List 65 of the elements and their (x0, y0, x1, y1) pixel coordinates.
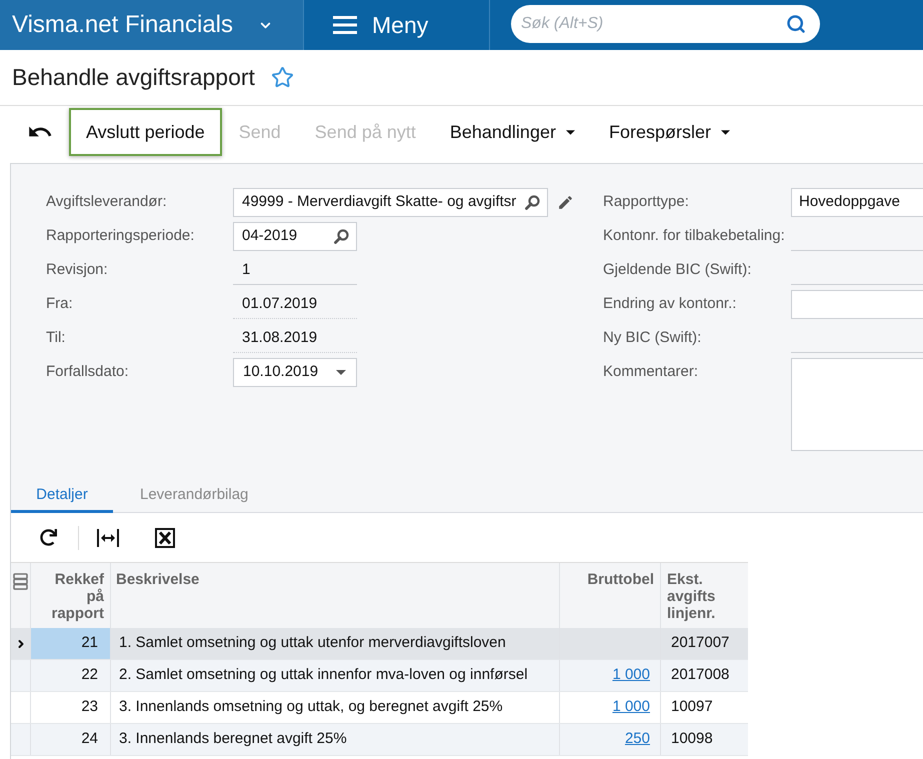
table-cell: 3. Innenlands omsetning og uttak, og beregnet avgift 25% (111, 692, 560, 723)
field-label: Kontonr. for tilbakebetaling: (603, 226, 785, 246)
search-icon[interactable] (786, 14, 806, 34)
arrows-between-bars-icon (97, 528, 119, 546)
input-field[interactable] (791, 290, 923, 319)
field-label: Rapporteringsperiode: (46, 226, 196, 246)
page-title: Behandle avgiftsrapport (12, 63, 255, 92)
star-icon[interactable] (270, 66, 294, 89)
readonly-field: 1 (233, 256, 357, 285)
table-cell: 21 (31, 628, 111, 659)
search-field[interactable]: Søk (Alt+S) (511, 5, 820, 43)
table-row[interactable]: 22 2. Samlet omsetning og uttak innenfor mva-loven og innførsel 1 000 2017008 (11, 660, 748, 692)
toolbar-button[interactable]: Avslutt periode (69, 108, 222, 156)
table-cell: 3. Innenlands beregnet avgift 25% (111, 724, 560, 755)
table-cell: 1. Samlet omsetning og uttak utenfor merverdiavgiftsloven (111, 628, 560, 659)
column-header[interactable]: Ekst. avgifts linjenr. (667, 571, 729, 622)
select-field[interactable]: Hovedoppgave (791, 188, 923, 217)
table-row[interactable]: 24 3. Innenlands beregnet avgift 25% 250 10098 (11, 724, 748, 756)
caret-down-icon (336, 370, 346, 375)
table-cell-text: 10097 (670, 697, 714, 718)
amount-link[interactable]: 1 000 (612, 664, 650, 687)
table-row[interactable]: 21 1. Samlet omsetning og uttak utenfor merverdiavgiftsloven 2017007 (11, 628, 748, 660)
tab[interactable]: Leverandørbilag (113, 480, 276, 513)
column-header[interactable]: Beskrivelse (116, 571, 200, 588)
caret-down-icon (720, 130, 730, 134)
search-icon[interactable] (334, 229, 349, 244)
search-icon[interactable] (525, 195, 540, 210)
pencil-icon[interactable] (557, 194, 574, 211)
menu-icon (333, 16, 357, 34)
field-label: Forfallsdato: (46, 362, 130, 382)
toolbar-button[interactable]: Forespørsler (592, 108, 747, 156)
caret-down-icon (566, 130, 575, 134)
lookup-field[interactable]: 04-2019 (233, 222, 357, 251)
field-label: Revisjon: (46, 260, 109, 280)
toolbar-button[interactable]: Behandlinger (432, 108, 592, 156)
app-switcher-button[interactable]: Visma.net Financials (0, 0, 304, 50)
amount-link[interactable]: 1 000 (612, 696, 650, 719)
table-cell: 24 (31, 724, 111, 755)
field-label: Ny BIC (Swift): (603, 328, 702, 348)
readonly-field: 31.08.2019 (233, 324, 357, 353)
table-cell-text: 2017007 (670, 633, 730, 654)
stacked-rows-icon[interactable] (13, 573, 28, 590)
amount-link[interactable]: 250 (624, 728, 650, 751)
lookup-field[interactable]: 49999 - Merverdiavgift Skatte- og avgiftsr (233, 188, 548, 217)
table-row[interactable]: 23 3. Innenlands omsetning og uttak, og beregnet avgift 25% 1 000 10097 (11, 692, 748, 724)
boxed-x-icon (155, 528, 175, 548)
refresh-icon (40, 529, 56, 546)
field-label: Endring av kontonr.: (603, 294, 736, 314)
table-cell: 23 (31, 692, 111, 723)
field-label: Rapporttype: (603, 192, 689, 212)
menu-button[interactable]: Meny (304, 0, 490, 50)
column-header[interactable]: Rekkef på rapport (48, 571, 104, 622)
field-label: Kommentarer: (603, 362, 698, 382)
field-label: Gjeldende BIC (Swift): (603, 260, 752, 280)
column-header[interactable]: Bruttobel (587, 571, 654, 588)
field-label: Til: (46, 328, 66, 348)
textarea-field[interactable] (791, 358, 923, 451)
table-cell: 22 (31, 660, 111, 691)
date-field[interactable]: 10.10.2019 (233, 358, 357, 387)
table-cell: 2. Samlet omsetning og uttak innenfor mva-loven og innførsel (111, 660, 560, 691)
field-label: Fra: (46, 294, 74, 314)
table-cell-text: 2017008 (670, 665, 730, 686)
field-label: Avgiftsleverandør: (46, 192, 168, 212)
readonly-field: 01.07.2019 (233, 290, 357, 319)
table-cell-text: 10098 (670, 729, 714, 750)
